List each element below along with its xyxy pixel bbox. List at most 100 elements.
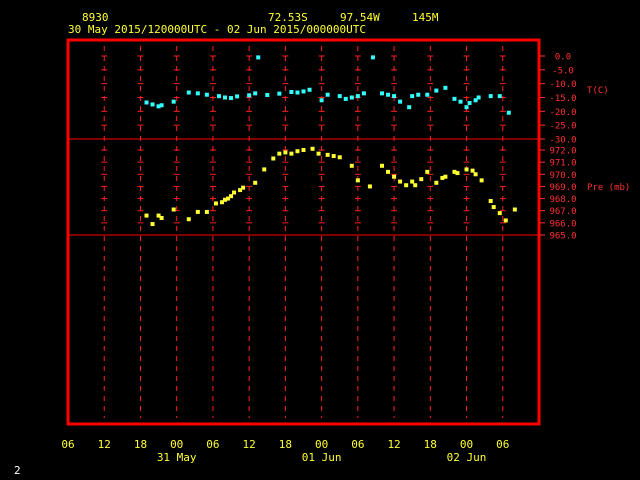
pressure-point [404,183,409,188]
temperature-point [186,90,191,95]
temperature-point [265,93,270,98]
y-tick-label: -30.0 [549,136,576,146]
pressure-point [310,146,315,151]
temperature-point [325,92,330,97]
temperature-point [464,105,469,110]
x-tick-label: 00 [170,438,183,451]
pressure-point [355,178,360,183]
temperature-point [398,99,403,104]
pressure-point [301,148,306,152]
pressure-point [512,207,517,212]
y-tick-label: 970.0 [549,171,576,181]
time-axis: 06 12 18 00 06 12 18 00 06 12 18 00 06 31 May 01 Jun 02… [61,438,509,464]
temperature-axis: 0.0 -5.0 -10.0 -15.0 -20.0 -25.0 -30.0 T(C) [540,53,609,146]
temperature-point [253,91,258,96]
x-tick-label: 12 [243,438,256,451]
pressure-point [380,163,384,168]
pressure-point [213,201,218,206]
temperature-point [416,92,421,97]
temperature-point [488,94,493,99]
temperature-point [467,101,472,106]
temperature-point [506,110,511,115]
pressure-point [503,218,508,223]
temperature-point [307,87,312,92]
temperature-point [337,94,342,99]
x-tick-label: 06 [206,438,219,451]
y-tick-label: 965.0 [549,232,576,242]
pressure-point [413,183,418,188]
pressure-series [144,146,517,227]
pressure-point [473,172,478,177]
pressure-point [241,185,246,190]
temperature-point [150,102,155,107]
temperature-point [277,91,282,96]
pressure-point [367,184,372,189]
pressure-point [410,179,415,184]
y-tick-label: 0.0 [555,53,571,63]
temperature-point [370,55,375,60]
y-tick-label: -25.0 [549,122,576,132]
temperature-point [443,85,448,90]
x-tick-label: 06 [496,438,509,451]
x-tick-label: 06 [351,438,364,451]
y-tick-label: 966.0 [549,219,576,229]
temperature-point [497,94,502,99]
pressure-point [283,150,288,155]
temperature-point [380,91,384,96]
temperature-point [452,96,457,101]
x-tick-label: 12 [387,438,400,451]
pressure-point [464,167,469,172]
pressure-point [186,217,191,222]
pressure-axis: 972.0 971.0 970.0 969.0 968.0 967.0 966.0 965.0… [540,147,630,242]
pressure-point [229,194,234,199]
temperature-point [229,96,234,101]
pressure-point [337,155,342,160]
x-tick-label: 18 [134,438,147,451]
temperature-point [434,88,439,93]
y-axis-title: Pre (mb) [587,183,630,193]
temperature-point [476,95,481,100]
pressure-point [349,163,354,168]
pressure-point [443,174,448,179]
pressure-point [150,222,155,227]
meteogram-chart: 0.0 -5.0 -10.0 -15.0 -20.0 -25.0 -30.0 T(C) 972… [61,38,630,464]
pressure-point [325,152,330,157]
x-date-label: 01 Jun [302,451,342,464]
pressure-point [253,180,258,185]
y-tick-label: -10.0 [549,80,576,90]
temperature-point [247,93,252,98]
pressure-point [195,209,200,214]
temperature-point [355,94,360,99]
temperature-point [425,92,430,97]
pressure-point [392,174,397,179]
temperature-point [319,98,324,103]
pressure-point [479,178,484,183]
pressure-point [232,190,237,195]
pressure-point [159,216,164,220]
temperature-point [410,94,415,99]
pressure-point [204,209,209,214]
x-date-label: 02 Jun [447,451,487,464]
x-tick-label: 00 [460,438,473,451]
y-tick-label: 972.0 [549,147,576,157]
pressure-point [386,169,391,174]
pressure-point [331,154,336,159]
y-tick-label: 968.0 [549,195,576,205]
pressure-point [262,167,267,172]
x-tick-label: 18 [424,438,437,451]
pressure-point [488,199,493,203]
temperature-point [349,95,354,100]
temperature-point [301,89,306,94]
x-tick-label: 12 [98,438,111,451]
pressure-point [144,213,149,218]
pressure-point [277,151,282,156]
temperature-point [159,103,164,108]
temperature-point [289,89,294,94]
pressure-point [316,151,321,156]
temperature-point [195,91,200,96]
pressure-point [171,207,176,212]
temperature-point [223,95,227,100]
frame-number: 2 [14,464,21,477]
y-tick-label: 969.0 [549,183,576,193]
pressure-point [289,151,294,156]
